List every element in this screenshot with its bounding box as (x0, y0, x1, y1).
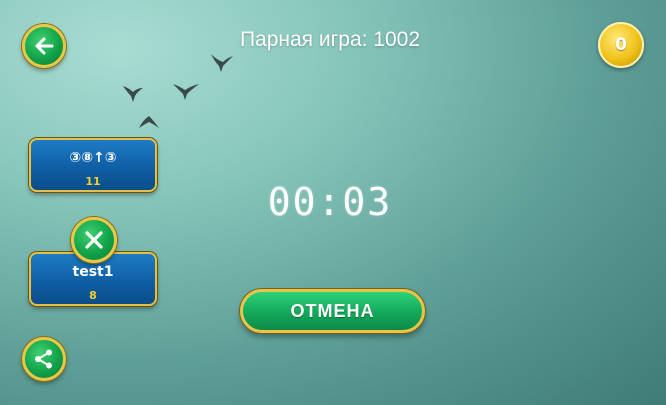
coin-count: 0 (615, 35, 627, 55)
player-name: test1 (72, 264, 114, 280)
countdown-timer: 00:03 (267, 180, 393, 224)
bird-icon (173, 84, 199, 100)
player-card[interactable]: ③⑧↑③ 11 (29, 138, 157, 192)
player-score: 8 (89, 289, 97, 302)
bird-icon (211, 54, 233, 72)
bird-icon (139, 116, 159, 128)
share-button[interactable] (22, 337, 66, 381)
coin-counter[interactable]: 0 (598, 22, 644, 68)
bird-icon (123, 86, 143, 102)
birds-decoration (123, 54, 233, 128)
arrow-left-icon (35, 37, 54, 55)
close-icon (85, 231, 103, 249)
share-icon (35, 349, 52, 369)
player-score: 11 (85, 175, 101, 188)
back-button[interactable] (22, 24, 66, 68)
cancel-button[interactable]: ОТМЕНА (240, 289, 425, 333)
remove-player-button[interactable] (71, 217, 117, 263)
player-name: ③⑧↑③ (69, 150, 117, 166)
